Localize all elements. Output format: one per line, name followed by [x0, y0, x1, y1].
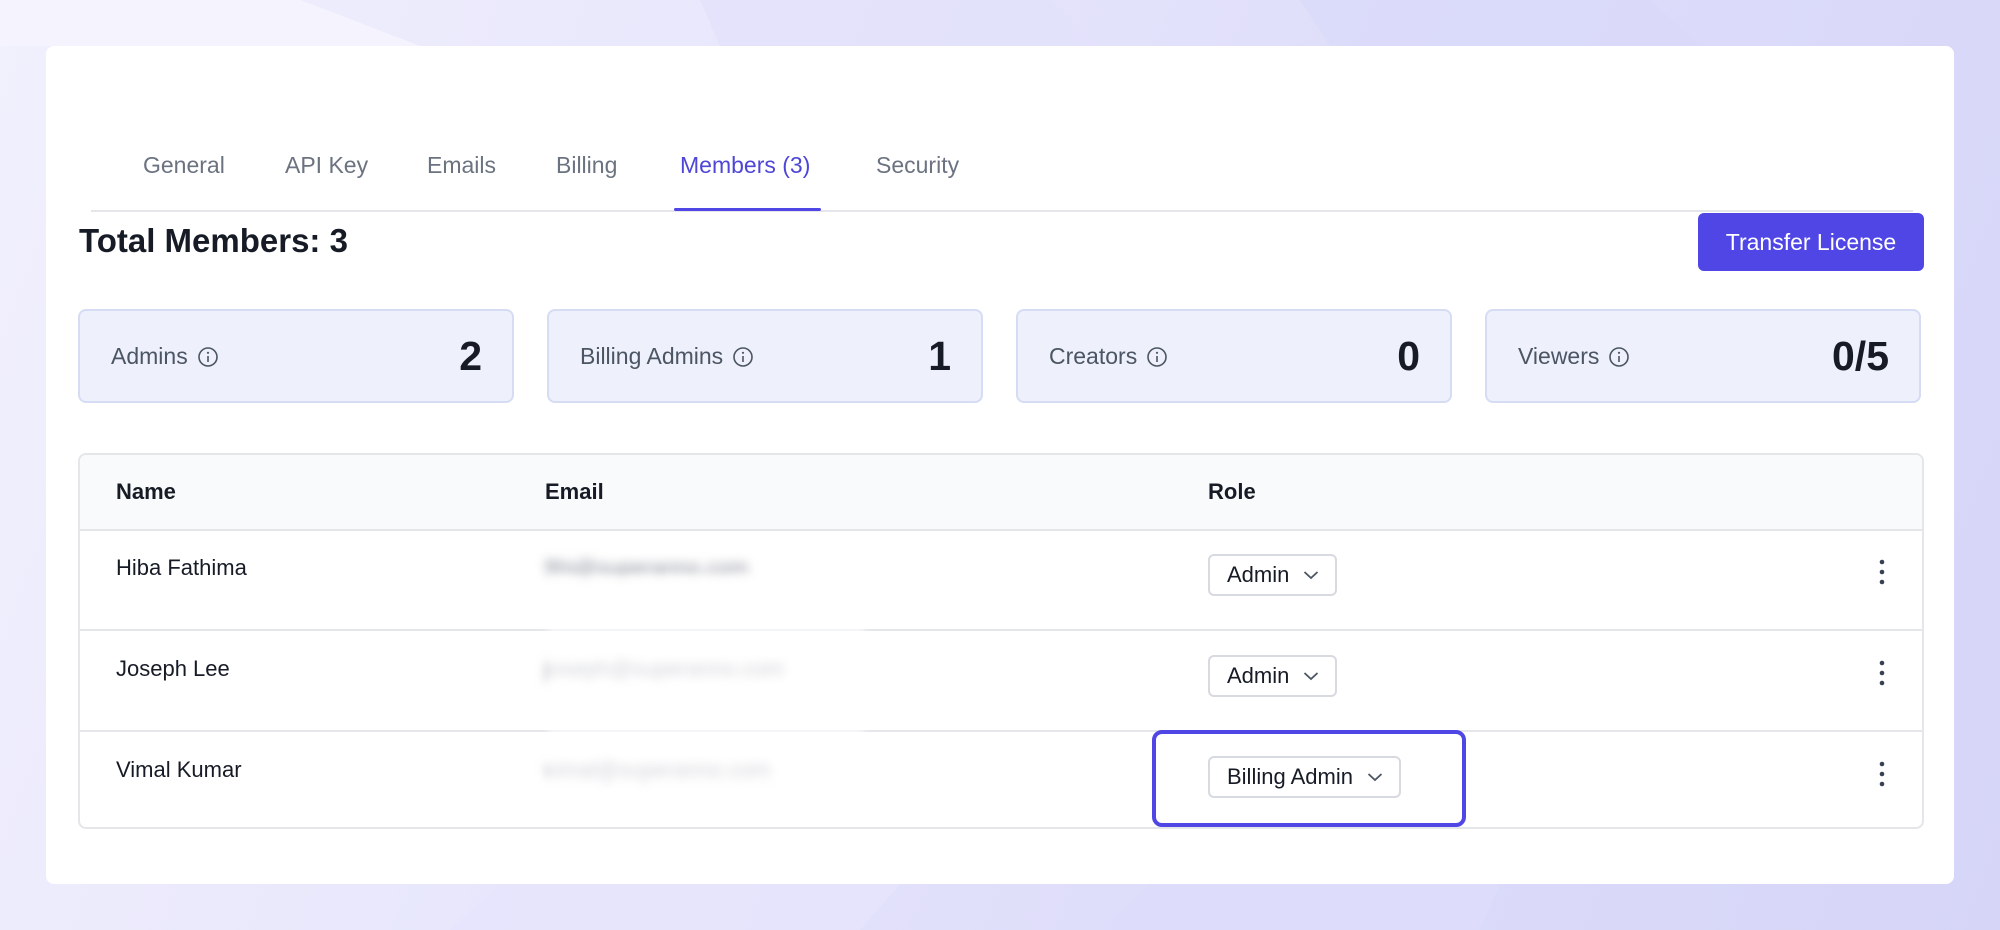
info-circle-icon[interactable]	[1608, 346, 1630, 368]
stat-card-admins: Admins 2	[78, 309, 514, 403]
active-tab-indicator	[674, 208, 821, 211]
member-email: joseph@superanno.com	[545, 656, 784, 681]
stat-value: 0/5	[1832, 333, 1889, 379]
tab-general[interactable]: General	[143, 152, 225, 179]
member-name: Hiba Fathima	[116, 555, 247, 580]
stat-card-creators: Creators 0	[1016, 309, 1452, 403]
kebab-menu-icon[interactable]	[1878, 658, 1886, 688]
role-value: Admin	[1227, 663, 1290, 688]
column-header-name: Name	[116, 479, 176, 504]
role-dropdown[interactable]: Admin	[1208, 554, 1338, 596]
role-dropdown[interactable]: Billing Admin	[1208, 756, 1401, 798]
member-email: fthi@superanno.com	[545, 555, 749, 580]
info-circle-icon[interactable]	[1146, 346, 1168, 368]
tab-billing[interactable]: Billing	[556, 152, 617, 179]
info-circle-icon[interactable]	[197, 346, 219, 368]
members-table: Name Email Role Hiba Fathima fthi@supera…	[78, 453, 1924, 829]
stat-label: Billing Admins	[580, 343, 724, 369]
info-circle-icon[interactable]	[732, 346, 754, 368]
transfer-license-button[interactable]: Transfer License	[1698, 213, 1924, 271]
stat-card-billing-admins: Billing Admins 1	[547, 309, 983, 403]
stat-value: 2	[459, 333, 482, 379]
page-title: Total Members: 3	[79, 222, 348, 259]
stat-value: 0	[1397, 333, 1420, 379]
member-name: Vimal Kumar	[116, 757, 242, 782]
kebab-menu-icon[interactable]	[1878, 557, 1886, 587]
tab-security[interactable]: Security	[876, 152, 959, 179]
role-dropdown[interactable]: Admin	[1208, 655, 1338, 697]
stat-value: 1	[928, 333, 951, 379]
role-value: Admin	[1227, 562, 1290, 587]
tab-members[interactable]: Members (3)	[680, 152, 810, 179]
chevron-down-icon	[1367, 773, 1383, 782]
chevron-down-icon	[1304, 672, 1319, 681]
tab-api-key[interactable]: API Key	[285, 152, 368, 179]
table-row: Joseph Lee joseph@superanno.com Admin	[80, 630, 1922, 732]
settings-panel: General API Key Emails Billing Members (…	[46, 46, 1954, 884]
role-value: Billing Admin	[1227, 764, 1353, 789]
table-row: Vimal Kumar vimal@superanno.com Billing …	[80, 731, 1922, 827]
chevron-down-icon	[1304, 571, 1319, 580]
table-row: Hiba Fathima fthi@superanno.com Admin	[80, 529, 1922, 631]
member-name: Joseph Lee	[116, 656, 230, 681]
stat-card-viewers: Viewers 0/5	[1485, 309, 1921, 403]
tab-emails[interactable]: Emails	[427, 152, 496, 179]
column-header-role: Role	[1208, 479, 1256, 504]
member-email: vimal@superanno.com	[545, 757, 771, 782]
tab-bar: General API Key Emails Billing Members (…	[91, 98, 1913, 212]
kebab-menu-icon[interactable]	[1878, 759, 1886, 789]
stat-label: Creators	[1049, 343, 1138, 369]
column-header-email: Email	[545, 479, 604, 504]
table-header: Name Email Role	[80, 455, 1922, 531]
stat-label: Viewers	[1518, 343, 1600, 369]
stat-label: Admins	[111, 343, 188, 369]
